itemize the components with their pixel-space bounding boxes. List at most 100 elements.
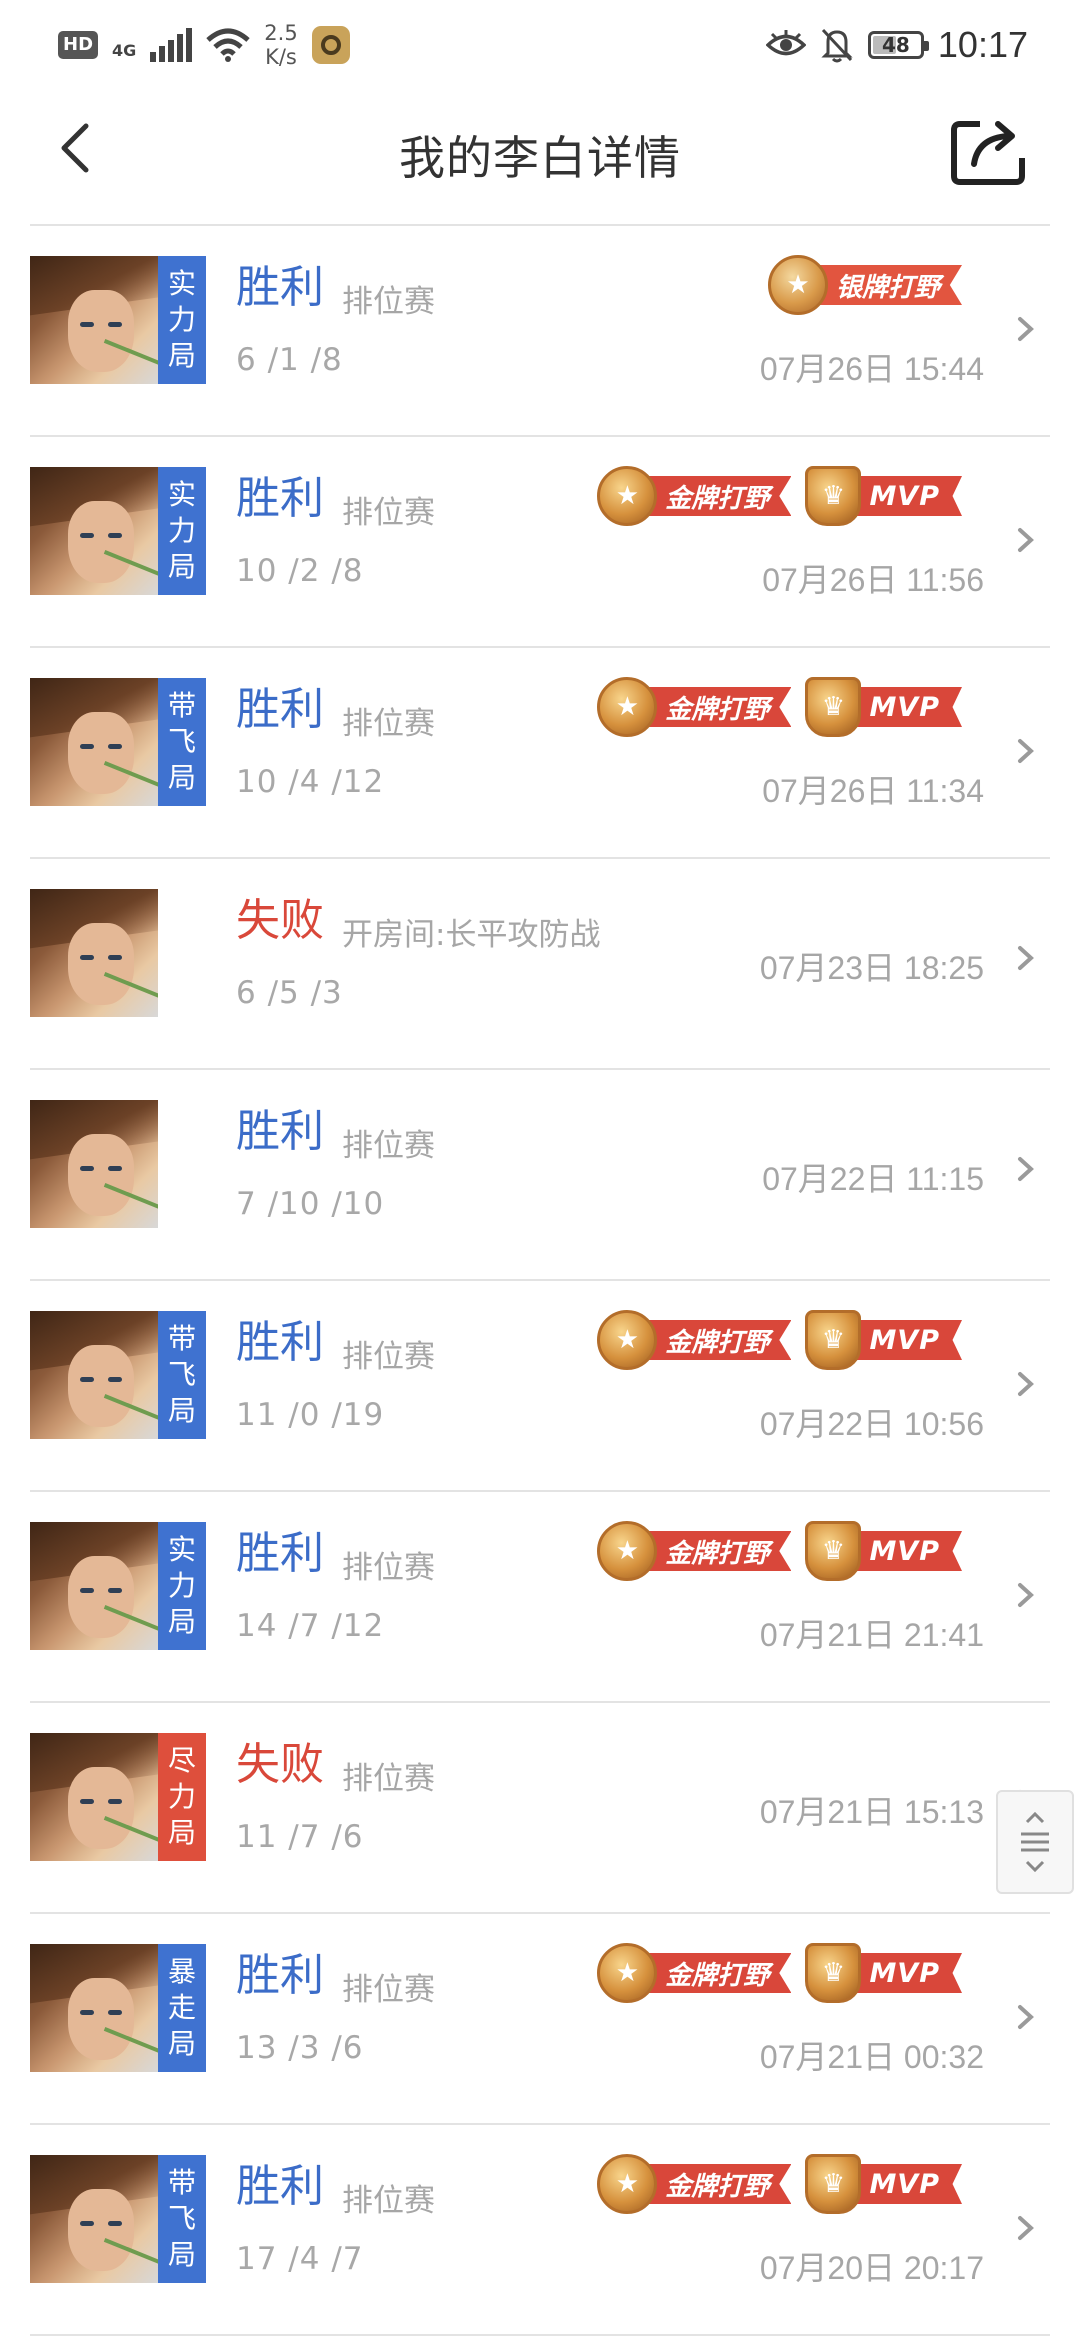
- hd-icon: HD: [58, 31, 99, 59]
- game-mode: 排位赛: [342, 495, 435, 531]
- hero-avatar: [30, 467, 158, 595]
- star-medal-icon: ★: [597, 2154, 658, 2214]
- medal-label: MVP: [843, 1320, 962, 1360]
- chevron-right-icon: [1018, 1583, 1034, 1607]
- kda-score: 7 /10 /10: [236, 1186, 385, 1222]
- signal-icon: [150, 28, 193, 62]
- star-medal-icon: ★: [597, 466, 658, 526]
- match-result: 胜利: [236, 262, 324, 313]
- kda-score: 6 /5 /3: [236, 975, 343, 1011]
- performance-tag: 带飞局: [158, 2155, 206, 2283]
- performance-tag-char: 走: [167, 1991, 196, 2024]
- medal-label: 金牌打野: [639, 1531, 792, 1571]
- hero-avatar: [30, 1311, 158, 1439]
- kda-score: 10 /4 /12: [236, 764, 385, 800]
- mvp-medal: ♛ MVP: [805, 1307, 962, 1373]
- medal-label: MVP: [843, 687, 962, 727]
- game-mode: 排位赛: [342, 2183, 435, 2219]
- match-row[interactable]: 带飞局胜利 排位赛 10 /4 /12 07月26日 11:34 ★ 金牌打野 ♛ MVP: [30, 648, 1050, 859]
- match-row[interactable]: 尽力局失败 排位赛 11 /7 /6 07月21日 15:13: [30, 1703, 1050, 1914]
- game-mode: 排位赛: [342, 1972, 435, 2008]
- match-result: 胜利: [236, 1528, 324, 1579]
- match-row[interactable]: 实力局胜利 排位赛 6 /1 /8 07月26日 15:44 ★ 银牌打野: [30, 226, 1050, 437]
- chevron-right-icon: [1018, 317, 1034, 341]
- mvp-medal: ♛ MVP: [805, 2151, 962, 2217]
- performance-tag-char: 局: [167, 1816, 196, 1849]
- performance-tag-char: 局: [167, 761, 196, 794]
- battery-level: 48: [881, 33, 910, 57]
- silver-jungle-medal: ★ 银牌打野: [767, 252, 962, 318]
- medal-label: 金牌打野: [639, 1320, 792, 1360]
- medal-group: ★ 金牌打野 ♛ MVP: [597, 1307, 962, 1373]
- performance-tag-char: 局: [167, 1605, 196, 1638]
- network-speed-unit: K/s: [265, 45, 297, 69]
- trophy-icon: ♛: [805, 2154, 862, 2214]
- chevron-right-icon: [1018, 946, 1034, 970]
- mvp-medal: ♛ MVP: [805, 463, 962, 529]
- chevron-right-icon: [1018, 1157, 1034, 1181]
- match-row[interactable]: 胜利 排位赛 7 /10 /10 07月22日 11:15: [30, 1070, 1050, 1281]
- medal-group: ★ 银牌打野: [767, 252, 962, 318]
- share-icon[interactable]: [950, 114, 1028, 186]
- star-medal-icon: ★: [597, 1943, 658, 2003]
- performance-tag-char: 力: [167, 303, 196, 336]
- network-speed-value: 2.5: [264, 21, 298, 45]
- performance-tag-char: 局: [167, 339, 196, 372]
- performance-tag: 带飞局: [158, 678, 206, 806]
- performance-tag-char: 力: [167, 514, 196, 547]
- match-datetime: 07月22日 10:56: [759, 1406, 984, 1442]
- medal-group: ★ 金牌打野 ♛ MVP: [597, 674, 962, 740]
- match-datetime: 07月26日 15:44: [759, 351, 984, 387]
- gold-jungle-medal: ★ 金牌打野: [597, 1940, 792, 2006]
- game-app-icon: [311, 26, 350, 64]
- scroll-handle-button[interactable]: [996, 1790, 1074, 1894]
- match-result: 胜利: [236, 684, 324, 735]
- performance-tag-char: 飞: [167, 1358, 196, 1391]
- trophy-icon: ♛: [805, 466, 862, 526]
- medal-group: ★ 金牌打野 ♛ MVP: [597, 2151, 962, 2217]
- medal-label: 金牌打野: [639, 476, 792, 516]
- chevron-right-icon: [1018, 1372, 1034, 1396]
- chevron-left-icon[interactable]: [48, 118, 108, 178]
- scroll-handle-icon: [1021, 1812, 1049, 1872]
- match-row[interactable]: 暴走局胜利 排位赛 13 /3 /6 07月21日 00:32 ★ 金牌打野 ♛ MVP: [30, 1914, 1050, 2125]
- network-speed: 2.5 K/s: [264, 21, 297, 69]
- medal-label: MVP: [843, 2164, 962, 2204]
- battery-icon: 48: [867, 31, 929, 59]
- performance-tag-char: 飞: [167, 2202, 196, 2235]
- status-bar: HD 4G 2.5 K/s 48 10:17: [0, 0, 1080, 90]
- match-datetime: 07月21日 00:32: [759, 2039, 984, 2075]
- performance-tag-char: 局: [167, 2027, 196, 2060]
- mvp-medal: ♛ MVP: [805, 1518, 962, 1584]
- performance-tag-char: 暴: [167, 1955, 196, 1988]
- network-type-label: 4G: [112, 41, 137, 60]
- match-row[interactable]: 失败 开房间:长平攻防战 6 /5 /3 07月23日 18:25: [30, 859, 1050, 1070]
- kda-score: 14 /7 /12: [236, 1608, 385, 1644]
- hero-avatar: [30, 256, 158, 384]
- match-row[interactable]: 带飞局胜利 排位赛 17 /4 /7 07月20日 20:17 ★ 金牌打野 ♛ MVP: [30, 2125, 1050, 2336]
- medal-label: MVP: [843, 1531, 962, 1571]
- star-medal-icon: ★: [597, 677, 658, 737]
- match-row[interactable]: 实力局胜利 排位赛 10 /2 /8 07月26日 11:56 ★ 金牌打野 ♛ MVP: [30, 437, 1050, 648]
- hero-avatar: [30, 2155, 158, 2283]
- match-datetime: 07月20日 20:17: [759, 2250, 984, 2286]
- match-row[interactable]: 带飞局胜利 排位赛 11 /0 /19 07月22日 10:56 ★ 金牌打野 ♛ MVP: [30, 1281, 1050, 1492]
- trophy-icon: ♛: [805, 1943, 862, 2003]
- kda-score: 13 /3 /6: [236, 2030, 364, 2066]
- performance-tag-char: 局: [167, 1394, 196, 1427]
- chevron-right-icon: [1018, 2216, 1034, 2240]
- clock: 10:17: [937, 24, 1028, 65]
- kda-score: 6 /1 /8: [236, 342, 343, 378]
- hero-avatar: [30, 1522, 158, 1650]
- medal-label: 金牌打野: [639, 2164, 792, 2204]
- hero-avatar: [30, 1733, 158, 1861]
- match-result: 胜利: [236, 473, 324, 524]
- gold-jungle-medal: ★ 金牌打野: [597, 1307, 792, 1373]
- mute-bell-icon: [821, 28, 853, 63]
- eye-icon: [765, 30, 806, 56]
- performance-tag-char: 带: [167, 1322, 196, 1355]
- match-datetime: 07月21日 21:41: [759, 1617, 984, 1653]
- performance-tag-char: 实: [167, 267, 196, 300]
- hero-avatar: [30, 1100, 158, 1228]
- match-row[interactable]: 实力局胜利 排位赛 14 /7 /12 07月21日 21:41 ★ 金牌打野 ♛ MVP: [30, 1492, 1050, 1703]
